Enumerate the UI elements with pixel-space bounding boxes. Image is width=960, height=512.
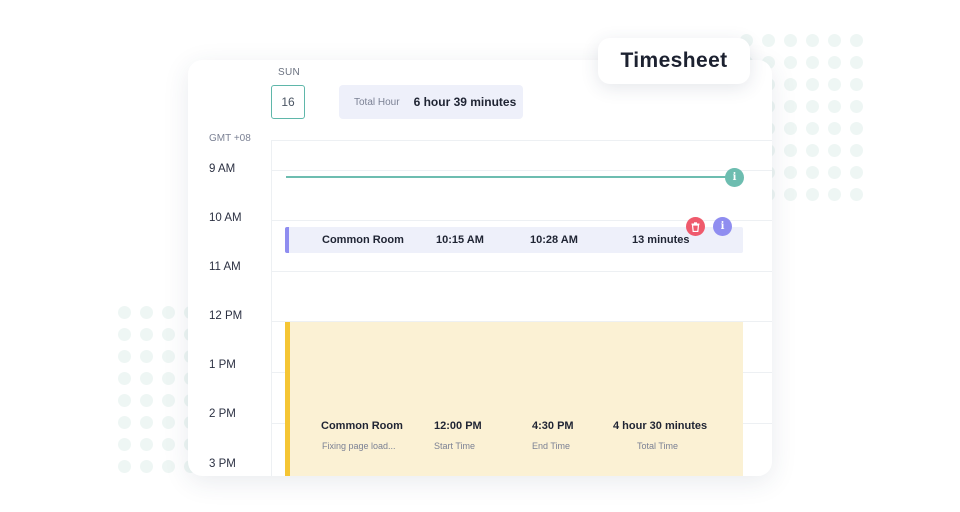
decorative-dot <box>162 394 175 407</box>
decorative-dot <box>162 350 175 363</box>
decorative-dot <box>806 122 819 135</box>
decorative-dots-bottom-left <box>118 306 197 473</box>
decorative-dot <box>162 438 175 451</box>
timezone-label: GMT +08 <box>209 133 251 144</box>
grid-line <box>272 140 772 141</box>
hour-label: 3 PM <box>209 458 236 470</box>
decorative-dot <box>140 350 153 363</box>
hour-label: 2 PM <box>209 408 236 420</box>
entry-end-time: 4:30 PM <box>532 420 574 432</box>
decorative-dot <box>806 166 819 179</box>
start-time-label: Start Time <box>434 441 476 451</box>
decorative-dot <box>784 166 797 179</box>
current-time-line <box>286 176 736 178</box>
decorative-dot <box>162 416 175 429</box>
decorative-dot <box>140 460 153 473</box>
total-hour-value: 6 hour 39 minutes <box>413 95 517 109</box>
end-time-label: End Time <box>532 441 571 451</box>
decorative-dot <box>162 328 175 341</box>
decorative-dot <box>140 394 153 407</box>
decorative-dot <box>784 100 797 113</box>
decorative-dot <box>850 34 863 47</box>
decorative-dot <box>828 100 841 113</box>
grid-vertical-line <box>271 140 272 476</box>
total-hour-box: Total Hour 6 hour 39 minutes <box>339 85 523 119</box>
decorative-dot <box>762 34 775 47</box>
decorative-dot <box>850 78 863 91</box>
entry-total-time: 4 hour 30 minutes <box>613 420 708 432</box>
total-time-label: Total Time <box>637 441 679 451</box>
decorative-dot <box>118 350 131 363</box>
decorative-dot <box>140 438 153 451</box>
day-number-box[interactable]: 16 <box>271 85 305 119</box>
hour-label: 10 AM <box>209 212 242 224</box>
decorative-dot <box>118 306 131 319</box>
page-title: Timesheet <box>598 38 750 84</box>
decorative-dot <box>806 188 819 201</box>
info-icon[interactable]: i <box>725 168 744 187</box>
decorative-dot <box>118 460 131 473</box>
decorative-dot <box>162 306 175 319</box>
entry-description: Fixing page load... <box>322 441 396 451</box>
hour-label: 12 PM <box>209 310 243 322</box>
timesheet-card: SUN 16 Total Hour 6 hour 39 minutes GMT … <box>188 60 772 476</box>
decorative-dot <box>850 100 863 113</box>
delete-entry-button[interactable] <box>686 217 705 236</box>
decorative-dot <box>784 144 797 157</box>
decorative-dot <box>850 166 863 179</box>
decorative-dot <box>140 306 153 319</box>
decorative-dot <box>118 416 131 429</box>
decorative-dot <box>118 372 131 385</box>
decorative-dot <box>806 34 819 47</box>
decorative-dot <box>850 144 863 157</box>
decorative-dot <box>828 166 841 179</box>
decorative-dot <box>850 56 863 69</box>
decorative-dot <box>828 122 841 135</box>
entry-total-time: 13 minutes <box>632 234 690 246</box>
decorative-dot <box>828 34 841 47</box>
decorative-dot <box>828 188 841 201</box>
entry-start-time: 10:15 AM <box>436 234 484 246</box>
decorative-dot <box>850 122 863 135</box>
decorative-dot <box>850 188 863 201</box>
entry-start-time: 12:00 PM <box>434 420 482 432</box>
decorative-dot <box>806 144 819 157</box>
hour-label: 11 AM <box>209 261 241 273</box>
decorative-dot <box>118 328 131 341</box>
decorative-dot <box>806 56 819 69</box>
decorative-dot <box>784 78 797 91</box>
entry-info-button[interactable]: i <box>713 217 732 236</box>
entry-end-time: 10:28 AM <box>530 234 578 246</box>
decorative-dot <box>806 100 819 113</box>
grid-line <box>272 170 772 171</box>
decorative-dot <box>828 56 841 69</box>
hour-label: 1 PM <box>209 359 236 371</box>
day-name: SUN <box>278 67 301 78</box>
decorative-dot <box>140 328 153 341</box>
hour-label: 9 AM <box>209 163 236 175</box>
trash-icon <box>691 221 700 232</box>
decorative-dot <box>784 188 797 201</box>
decorative-dot <box>784 56 797 69</box>
decorative-dot <box>828 144 841 157</box>
decorative-dot <box>140 372 153 385</box>
decorative-dot <box>828 78 841 91</box>
decorative-dot <box>118 394 131 407</box>
total-hour-label: Total Hour <box>354 96 400 108</box>
decorative-dot <box>162 460 175 473</box>
decorative-dot <box>162 372 175 385</box>
decorative-dot <box>118 438 131 451</box>
decorative-dot <box>140 416 153 429</box>
decorative-dot <box>806 78 819 91</box>
entry-location: Common Room <box>322 234 404 246</box>
decorative-dot <box>784 122 797 135</box>
decorative-dot <box>784 34 797 47</box>
entry-location: Common Room <box>321 420 403 432</box>
grid-line <box>272 271 772 272</box>
time-entry[interactable]: Common Room Fixing page load... 12:00 PM… <box>285 322 743 476</box>
time-entry[interactable]: Common Room 10:15 AM 10:28 AM 13 minutes <box>285 227 743 253</box>
